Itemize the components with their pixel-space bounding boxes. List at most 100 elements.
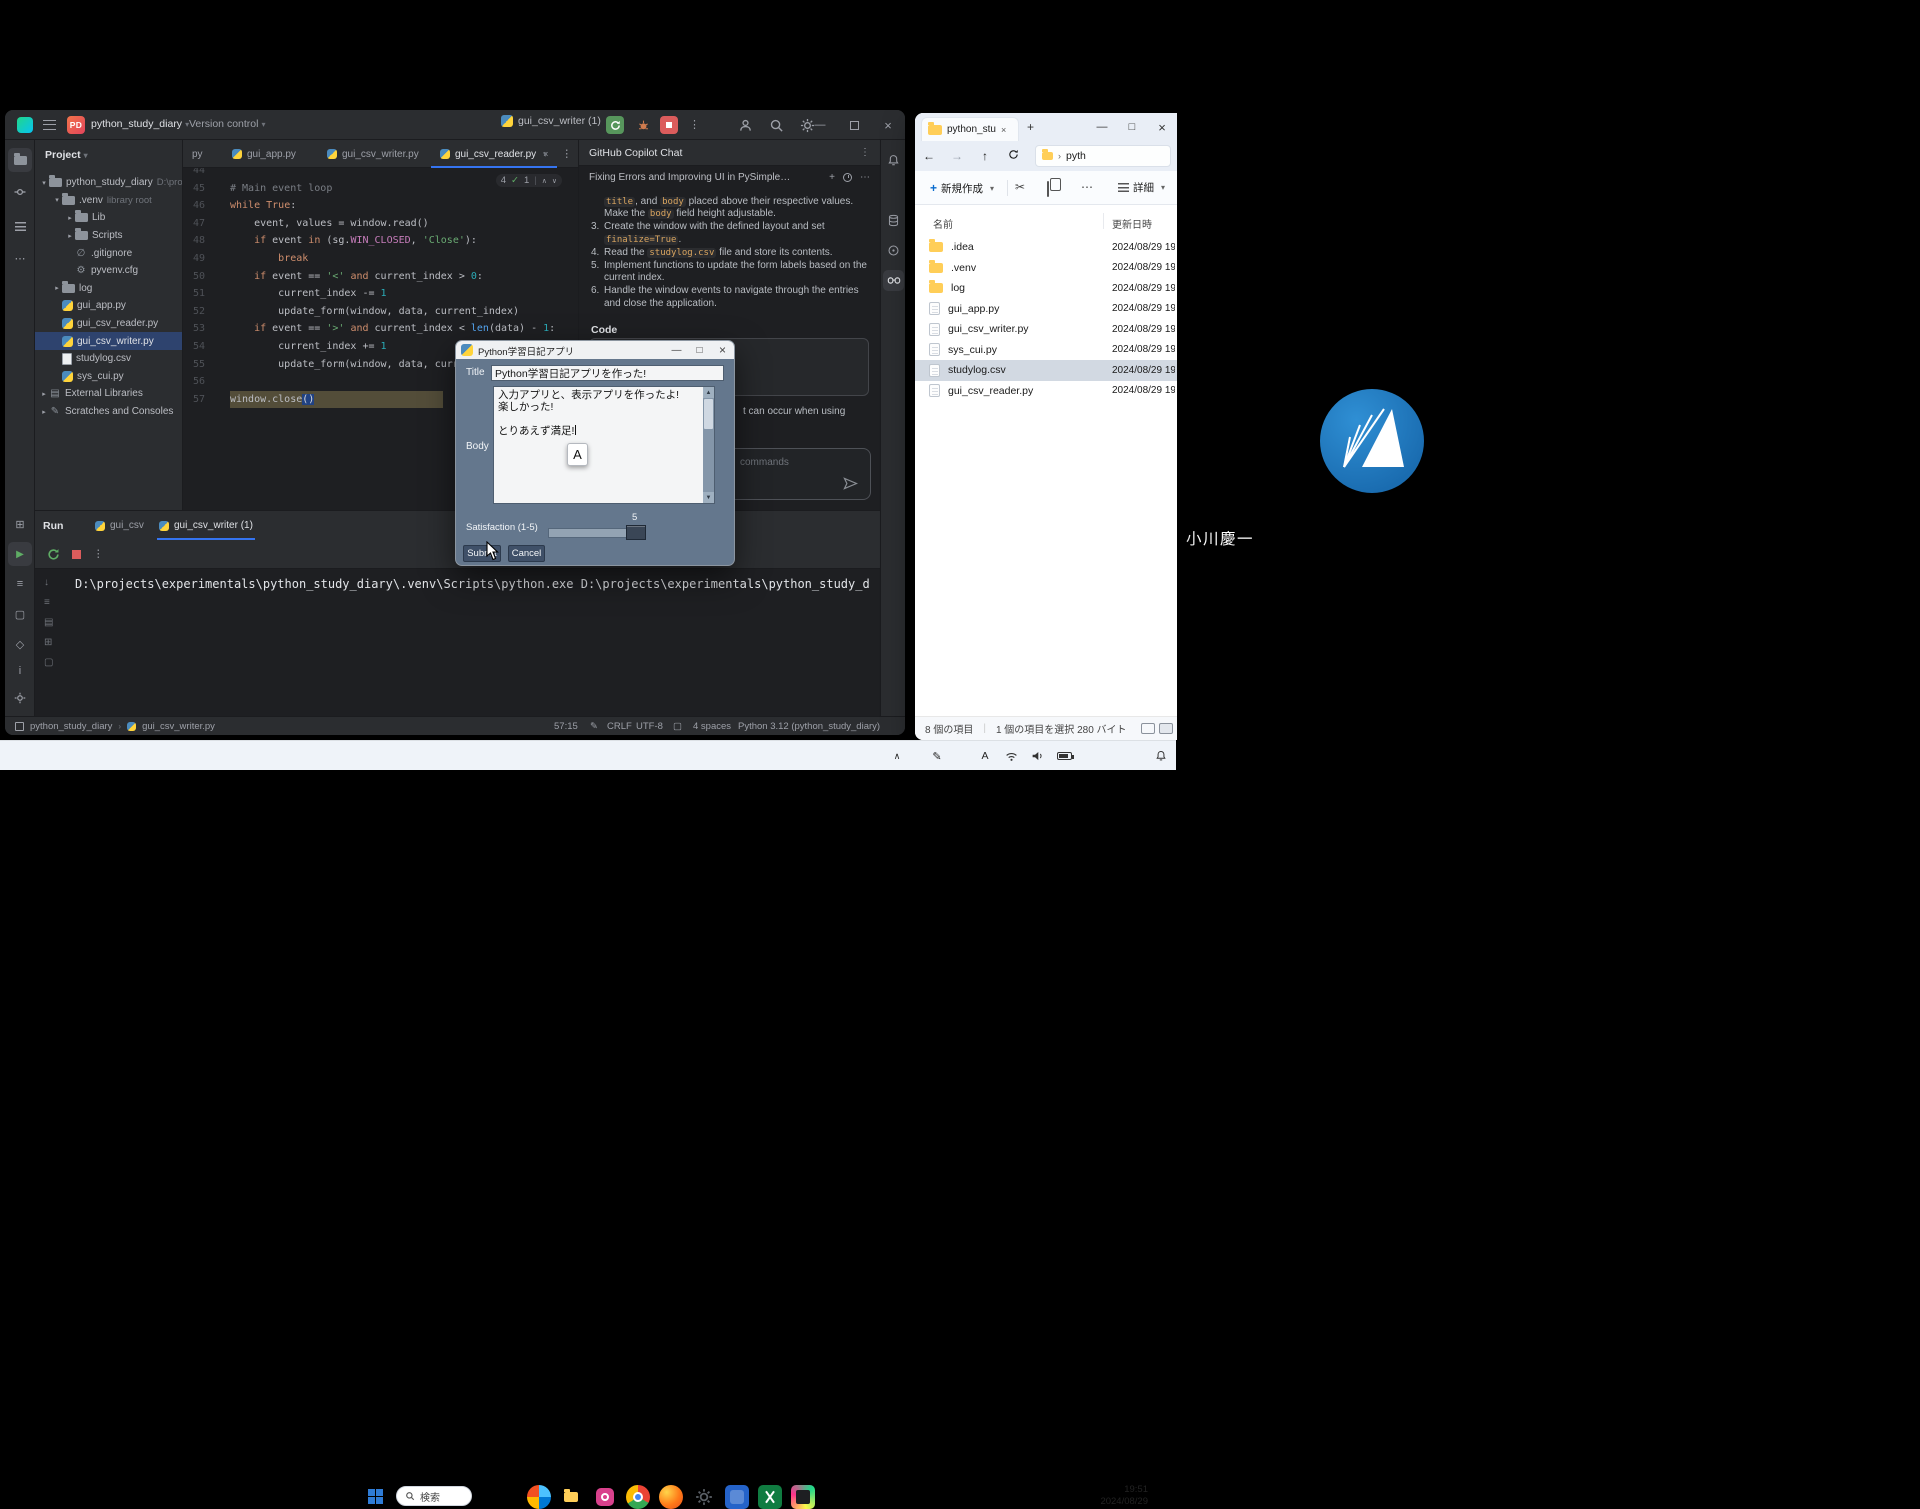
search-icon[interactable] — [769, 118, 784, 133]
code-line[interactable]: 50 if event == '<' and current_index > 0… — [183, 268, 578, 286]
run-console[interactable]: ↓ ≡ ▤ ⊞ ▢ D:\projects\experimentals\pyth… — [35, 569, 880, 717]
code-line[interactable]: 48 if event in (sg.WIN_CLOSED, 'Close'): — [183, 232, 578, 250]
project-tree-item[interactable]: ▾.venvlibrary root — [35, 192, 183, 210]
tray-expand-icon[interactable]: ∧ — [888, 741, 906, 771]
services-tool-icon[interactable]: ⊞ — [8, 512, 32, 536]
chevron-up-icon[interactable]: ∧ — [542, 177, 547, 185]
tab-gui-csv-reader[interactable]: gui_csv_reader.py× — [431, 140, 557, 168]
address-bar[interactable]: › pyth — [1035, 145, 1171, 167]
maximize-button[interactable] — [837, 110, 871, 140]
commit-tool-icon[interactable] — [8, 180, 32, 204]
explorer-maximize-button[interactable]: □ — [1117, 113, 1147, 141]
column-modified[interactable]: 更新日時 — [1112, 216, 1152, 231]
run-tab-gui-csv[interactable]: gui_csv — [87, 511, 152, 540]
code-line[interactable]: 47 event, values = window.read() — [183, 215, 578, 233]
caret-position[interactable]: 57:15 — [554, 717, 578, 735]
chat-more-icon[interactable]: ⋯ — [860, 172, 870, 183]
project-panel-header[interactable]: Project▾ — [45, 149, 88, 161]
chat-history-icon[interactable] — [843, 173, 852, 182]
close-button[interactable]: × — [871, 110, 905, 140]
tab-gui-csv-writer[interactable]: gui_csv_writer.py — [318, 140, 428, 168]
refresh-icon[interactable] — [999, 149, 1027, 163]
explorer-minimize-button[interactable]: — — [1087, 113, 1117, 141]
dialog-maximize-button[interactable]: □ — [688, 341, 711, 359]
pen-icon[interactable]: ✎ — [928, 741, 946, 771]
project-name[interactable]: python_study_diary▾ — [91, 118, 189, 130]
debug-button[interactable] — [634, 116, 652, 134]
file-row[interactable]: gui_csv_reader.py2024/08/29 19:50 — [915, 381, 1177, 402]
speaker-icon[interactable] — [1028, 741, 1046, 771]
soft-wrap-icon[interactable]: ≡ — [44, 597, 50, 608]
vcs-tool-icon[interactable] — [8, 686, 32, 710]
code-line[interactable]: 46while True: — [183, 197, 578, 215]
settings-icon[interactable] — [692, 1485, 716, 1509]
taskbar-search[interactable]: 検索 — [396, 1486, 472, 1506]
main-menu-icon[interactable] — [43, 120, 56, 130]
notifications-icon[interactable] — [883, 150, 904, 171]
line-separator[interactable]: CRLF — [607, 717, 632, 735]
pycharm-icon[interactable] — [791, 1485, 815, 1509]
file-encoding[interactable]: UTF-8 — [636, 717, 663, 735]
project-tree-item[interactable]: ▸Lib — [35, 209, 183, 227]
clock[interactable]: 19:51 2024/08/29 — [1090, 1484, 1148, 1508]
firefox-icon[interactable] — [659, 1485, 683, 1509]
project-tree-item[interactable]: ▸Scripts — [35, 227, 183, 245]
chevron-down-icon[interactable]: ∨ — [552, 177, 557, 185]
info-tool-icon[interactable]: i — [8, 659, 32, 683]
python-console-tool-icon[interactable]: ≡ — [8, 572, 32, 596]
cut-icon[interactable]: ✂ — [1015, 180, 1025, 194]
inspection-widget[interactable]: 4 ✓ 1 | ∧ ∨ — [496, 174, 562, 187]
scrollbar[interactable]: ▲ ▼ — [703, 387, 714, 503]
pencil-icon[interactable]: ✎ — [590, 717, 598, 735]
terminal-tool-icon[interactable]: ▢ — [8, 602, 32, 626]
indent-setting[interactable]: 4 spaces — [693, 717, 731, 735]
minimize-button[interactable]: — — [803, 110, 837, 140]
new-item-button[interactable]: + 新規作成 ▾ — [923, 177, 1001, 199]
project-tool-icon[interactable] — [8, 148, 32, 172]
project-tree-item[interactable]: ▸✎Scratches and Consoles — [35, 403, 183, 421]
python-interpreter[interactable]: Python 3.12 (python_study_diary) — [738, 717, 880, 735]
column-name[interactable]: 名前 — [933, 216, 953, 231]
run-tool-icon[interactable]: ▶ — [8, 542, 32, 566]
wifi-icon[interactable] — [1002, 741, 1020, 771]
rerun-button[interactable] — [606, 116, 624, 134]
explorer-tab[interactable]: python_stu × — [921, 117, 1019, 141]
code-line[interactable]: 51 current_index -= 1 — [183, 285, 578, 303]
tab-gui-app[interactable]: gui_app.py — [223, 140, 305, 168]
more-options-icon[interactable]: ⋮ — [93, 548, 104, 560]
file-row[interactable]: gui_csv_writer.py2024/08/29 19:42 — [915, 319, 1177, 340]
store-icon[interactable] — [527, 1485, 551, 1509]
up-icon[interactable]: ↑ — [971, 149, 999, 163]
forward-icon[interactable]: → — [943, 149, 971, 163]
clear-console-icon[interactable]: ▢ — [44, 657, 53, 668]
tab-py-partial[interactable]: py — [183, 140, 212, 168]
statusbar-project[interactable]: python_study_diary — [30, 721, 112, 732]
start-button[interactable] — [368, 1489, 383, 1504]
structure-tool-icon[interactable] — [8, 214, 32, 238]
project-tree-item[interactable]: ▸log — [35, 280, 183, 298]
project-tree-item[interactable]: ∅.gitignore — [35, 244, 183, 262]
stop-icon[interactable] — [72, 550, 81, 559]
project-tree-item[interactable]: ⚙pyvenv.cfg — [35, 262, 183, 280]
print-icon[interactable]: ⊞ — [44, 637, 52, 648]
lock-icon[interactable]: ▢ — [673, 717, 682, 735]
project-tree-item[interactable]: studylog.csv — [35, 350, 183, 368]
file-row[interactable]: gui_app.py2024/08/29 19:39 — [915, 299, 1177, 320]
database-icon[interactable] — [883, 210, 904, 231]
code-with-me-icon[interactable] — [738, 118, 753, 133]
more-tools-icon[interactable]: ⋯ — [8, 246, 32, 270]
copy-icon[interactable] — [1047, 182, 1049, 196]
code-line[interactable]: 49 break — [183, 250, 578, 268]
dialog-close-button[interactable]: × — [711, 341, 734, 359]
cancel-button[interactable]: Cancel — [508, 545, 545, 562]
project-tree-item[interactable]: sys_cui.py — [35, 368, 183, 386]
file-row[interactable]: sys_cui.py2024/08/29 19:22 — [915, 340, 1177, 361]
close-tab-icon[interactable]: × — [1001, 125, 1006, 135]
rerun-icon[interactable] — [47, 548, 60, 561]
view-list-icon[interactable] — [1141, 723, 1155, 734]
back-icon[interactable]: ← — [915, 149, 943, 163]
scroll-down-icon[interactable]: ▼ — [703, 492, 714, 503]
version-control-menu[interactable]: Version control▾ — [189, 118, 265, 130]
send-icon[interactable] — [843, 477, 858, 493]
photos-icon[interactable] — [593, 1485, 617, 1509]
